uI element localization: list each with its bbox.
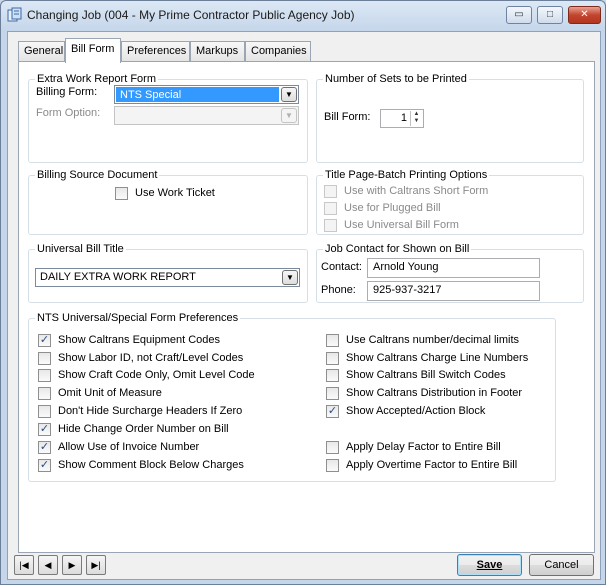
pref-right-checkbox-4[interactable]: ✓: [326, 405, 339, 418]
pref-right-checkbox-3[interactable]: [326, 387, 339, 400]
pref-left-label-0: Show Caltrans Equipment Codes: [58, 334, 221, 346]
pref-left-checkbox-5[interactable]: ✓: [38, 423, 51, 436]
universal-title-group: Universal Bill Title DAILY EXTRA WORK RE…: [28, 243, 308, 303]
pref-right-checkbox-0[interactable]: [326, 334, 339, 347]
spin-up-icon[interactable]: ▲: [411, 111, 422, 118]
pref-left-label-4: Don't Hide Surcharge Headers If Zero: [58, 405, 243, 417]
pref-left-label-3: Omit Unit of Measure: [58, 387, 162, 399]
tab-general[interactable]: General: [18, 41, 65, 62]
phone-label: Phone:: [321, 284, 356, 296]
bill-form-sets-label: Bill Form:: [324, 111, 371, 123]
tab-preferences[interactable]: Preferences: [121, 41, 190, 62]
pref-right-label-3: Show Caltrans Distribution in Footer: [346, 387, 523, 399]
title-page-title: Title Page-Batch Printing Options: [323, 169, 490, 181]
universal-title-combo[interactable]: DAILY EXTRA WORK REPORT ▼: [35, 268, 300, 287]
universal-title-value: DAILY EXTRA WORK REPORT: [40, 271, 196, 283]
tab-markups[interactable]: Markups: [190, 41, 245, 62]
pref-right-checkbox-5[interactable]: [326, 441, 339, 454]
pref-right-label-1: Show Caltrans Charge Line Numbers: [346, 352, 529, 364]
preferences-title: NTS Universal/Special Form Preferences: [35, 312, 241, 324]
plugged-bill-label: Use for Plugged Bill: [344, 202, 441, 214]
caltrans-short-form-label: Use with Caltrans Short Form: [344, 185, 489, 197]
form-option-value: [115, 107, 280, 124]
use-work-ticket-checkbox[interactable]: [115, 187, 128, 200]
tab-bill-form[interactable]: Bill Form: [65, 38, 121, 63]
pref-left-checkbox-6[interactable]: ✓: [38, 441, 51, 454]
title-page-group: Title Page-Batch Printing Options Use wi…: [316, 169, 584, 235]
close-button[interactable]: ✕: [568, 6, 601, 24]
preferences-group: NTS Universal/Special Form Preferences ✓…: [28, 312, 556, 482]
spin-down-icon[interactable]: ▼: [411, 118, 422, 125]
pref-left-label-1: Show Labor ID, not Craft/Level Codes: [58, 352, 244, 364]
job-contact-group: Job Contact for Shown on Bill Contact: A…: [316, 243, 584, 303]
last-record-button[interactable]: ▶|: [86, 555, 106, 575]
contact-field[interactable]: Arnold Young: [367, 258, 540, 278]
pref-left-checkbox-3[interactable]: [38, 387, 51, 400]
pref-right-label-5: Apply Delay Factor to Entire Bill: [346, 441, 501, 453]
extra-work-group: Extra Work Report Form Billing Form: NTS…: [28, 73, 308, 163]
dropdown-arrow-icon[interactable]: ▼: [281, 108, 297, 123]
form-option-combo[interactable]: ▼: [114, 106, 299, 125]
prev-record-button[interactable]: ◀: [38, 555, 58, 575]
phone-field[interactable]: 925-937-3217: [367, 281, 540, 301]
form-option-label: Form Option:: [36, 107, 101, 119]
sets-title: Number of Sets to be Printed: [323, 73, 469, 85]
universal-bill-form-checkbox[interactable]: [324, 219, 337, 232]
pref-right-checkbox-6[interactable]: [326, 459, 339, 472]
dialog-client: General Bill Form Preferences Markups Co…: [7, 31, 601, 580]
pref-left-checkbox-2[interactable]: [38, 369, 51, 382]
pref-right-label-4: Show Accepted/Action Block: [346, 405, 486, 417]
pref-right-label-0: Use Caltrans number/decimal limits: [346, 334, 519, 346]
caltrans-short-form-checkbox[interactable]: [324, 185, 337, 198]
pref-left-checkbox-4[interactable]: [38, 405, 51, 418]
pref-left-label-2: Show Craft Code Only, Omit Level Code: [58, 369, 255, 381]
bill-form-sets-spinner[interactable]: 1 ▲ ▼: [380, 109, 424, 128]
billing-form-value: NTS Special: [116, 87, 279, 102]
dropdown-arrow-icon[interactable]: ▼: [282, 270, 298, 285]
save-button-label: Save: [476, 559, 503, 571]
bill-form-sets-value: 1: [400, 112, 407, 124]
title-bar[interactable]: Changing Job (004 - My Prime Contractor …: [1, 1, 605, 31]
billing-form-combo[interactable]: NTS Special ▼: [114, 85, 299, 104]
contact-label: Contact:: [321, 261, 362, 273]
extra-work-title: Extra Work Report Form: [35, 73, 158, 85]
cancel-button[interactable]: Cancel: [529, 554, 594, 576]
universal-bill-form-label: Use Universal Bill Form: [344, 219, 459, 231]
window-title: Changing Job (004 - My Prime Contractor …: [27, 8, 355, 22]
use-work-ticket-label: Use Work Ticket: [135, 187, 215, 199]
minimize-button[interactable]: ▭: [506, 6, 532, 24]
spinner-arrows[interactable]: ▲ ▼: [410, 111, 422, 126]
pref-left-checkbox-7[interactable]: ✓: [38, 459, 51, 472]
pref-right-checkbox-2[interactable]: [326, 369, 339, 382]
pref-right-label-6: Apply Overtime Factor to Entire Bill: [346, 459, 518, 471]
pref-left-checkbox-1[interactable]: [38, 352, 51, 365]
billing-form-label: Billing Form:: [36, 86, 98, 98]
sets-group: Number of Sets to be Printed Bill Form: …: [316, 73, 584, 163]
pref-left-label-6: Allow Use of Invoice Number: [58, 441, 200, 453]
save-button[interactable]: Save: [457, 554, 522, 576]
billing-source-group: Billing Source Document Use Work Ticket: [28, 169, 308, 235]
pref-left-label-7: Show Comment Block Below Charges: [58, 459, 244, 471]
job-contact-title: Job Contact for Shown on Bill: [323, 243, 472, 255]
app-icon: [7, 7, 22, 22]
dialog-window: Changing Job (004 - My Prime Contractor …: [0, 0, 606, 585]
pref-left-label-5: Hide Change Order Number on Bill: [58, 423, 229, 435]
billing-source-title: Billing Source Document: [35, 169, 160, 181]
maximize-button[interactable]: □: [537, 6, 563, 24]
bill-form-panel: Extra Work Report Form Billing Form: NTS…: [18, 61, 595, 553]
dropdown-arrow-icon[interactable]: ▼: [281, 87, 297, 102]
universal-title-title: Universal Bill Title: [35, 243, 126, 255]
pref-left-checkbox-0[interactable]: ✓: [38, 334, 51, 347]
tab-companies[interactable]: Companies: [245, 41, 311, 62]
first-record-button[interactable]: |◀: [14, 555, 34, 575]
plugged-bill-checkbox[interactable]: [324, 202, 337, 215]
pref-right-checkbox-1[interactable]: [326, 352, 339, 365]
pref-right-label-2: Show Caltrans Bill Switch Codes: [346, 369, 506, 381]
next-record-button[interactable]: ▶: [62, 555, 82, 575]
